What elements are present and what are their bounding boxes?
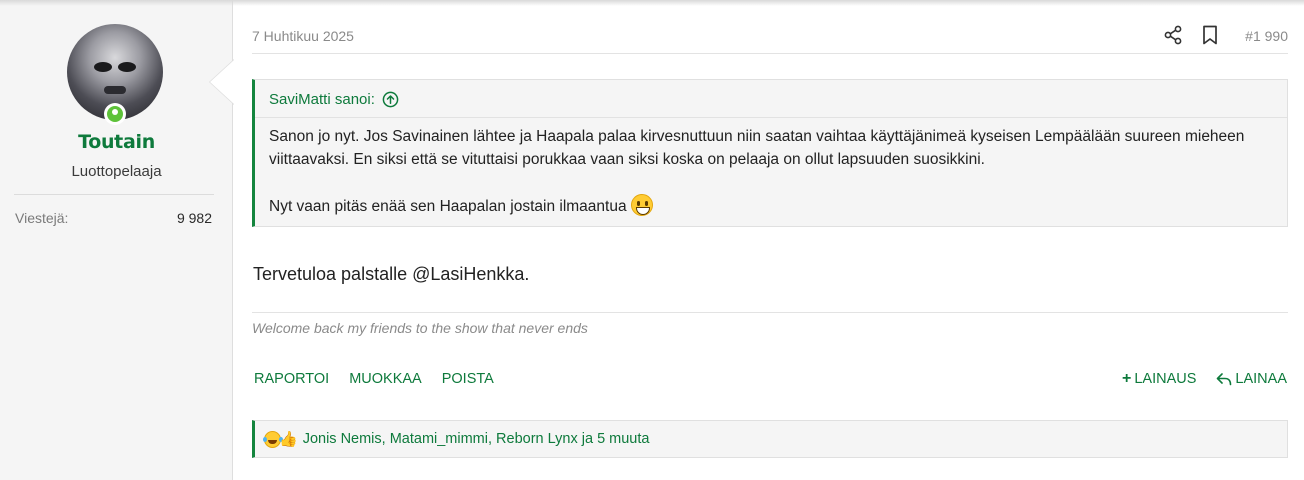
post-message: Tervetuloa palstalle @LasiHenkka. (253, 264, 530, 284)
reactions-text[interactable]: Jonis Nemis, Matami_mimmi, Reborn Lynx j… (303, 431, 650, 447)
quote-paragraph-text: Nyt vaan pitäs enää sen Haapalan jostain… (269, 198, 627, 215)
reply-label: LAINAA (1235, 371, 1287, 387)
reactions-bar[interactable]: 👍 Jonis Nemis, Matami_mimmi, Reborn Lynx… (252, 420, 1288, 458)
divider (14, 194, 214, 195)
quote-author[interactable]: SaviMatti sanoi: (269, 91, 375, 108)
user-sidebar: Toutain Luottopelaaja Viestejä: 9 982 (0, 0, 233, 480)
multiquote-label: LAINAUS (1134, 371, 1197, 387)
like-icon: 👍 (279, 431, 298, 448)
post-actions-right: + LAINAUS LAINAA (1122, 370, 1287, 388)
message-count-value: 9 982 (176, 210, 212, 226)
top-shadow (0, 0, 1304, 6)
username[interactable]: Toutain (0, 131, 233, 153)
arrow-up-circle-icon[interactable] (382, 91, 399, 108)
sidebar-arrow (210, 60, 234, 104)
delete-button[interactable]: POISTA (442, 371, 494, 387)
multiquote-button[interactable]: + LAINAUS (1122, 370, 1197, 388)
divider (255, 117, 1287, 118)
divider (252, 53, 1288, 54)
quote-paragraph: Nyt vaan pitäs enää sen Haapalan jostain… (269, 194, 1275, 218)
quote-header[interactable]: SaviMatti sanoi: (269, 91, 399, 108)
post-actions-left: RAPORTOI MUOKKAA POISTA (254, 371, 494, 387)
plus-icon: + (1122, 370, 1132, 387)
divider (252, 312, 1288, 313)
avatar-eye (118, 62, 136, 72)
report-button[interactable]: RAPORTOI (254, 371, 329, 387)
quote-body: Sanon jo nyt. Jos Savinainen lähtee ja H… (269, 125, 1275, 218)
grinning-emoji-icon (630, 194, 653, 216)
post-date[interactable]: 7 Huhtikuu 2025 (252, 28, 354, 44)
message-count-label: Viestejä: (15, 210, 69, 226)
quote-block: SaviMatti sanoi: Sanon jo nyt. Jos Savin… (252, 79, 1288, 227)
reply-icon (1217, 373, 1232, 386)
quote-paragraph: Sanon jo nyt. Jos Savinainen lähtee ja H… (269, 128, 1245, 168)
avatar-mouth (104, 86, 126, 94)
signature: Welcome back my friends to the show that… (252, 320, 588, 336)
share-icon[interactable] (1163, 25, 1183, 45)
avatar-eye (94, 62, 112, 72)
bookmark-icon[interactable] (1201, 25, 1219, 45)
reply-button[interactable]: LAINAA (1216, 371, 1287, 387)
post-number[interactable]: #1 990 (1245, 28, 1288, 44)
user-title: Luottopelaaja (71, 163, 162, 180)
online-status-icon (104, 103, 126, 125)
edit-button[interactable]: MUOKKAA (349, 371, 422, 387)
